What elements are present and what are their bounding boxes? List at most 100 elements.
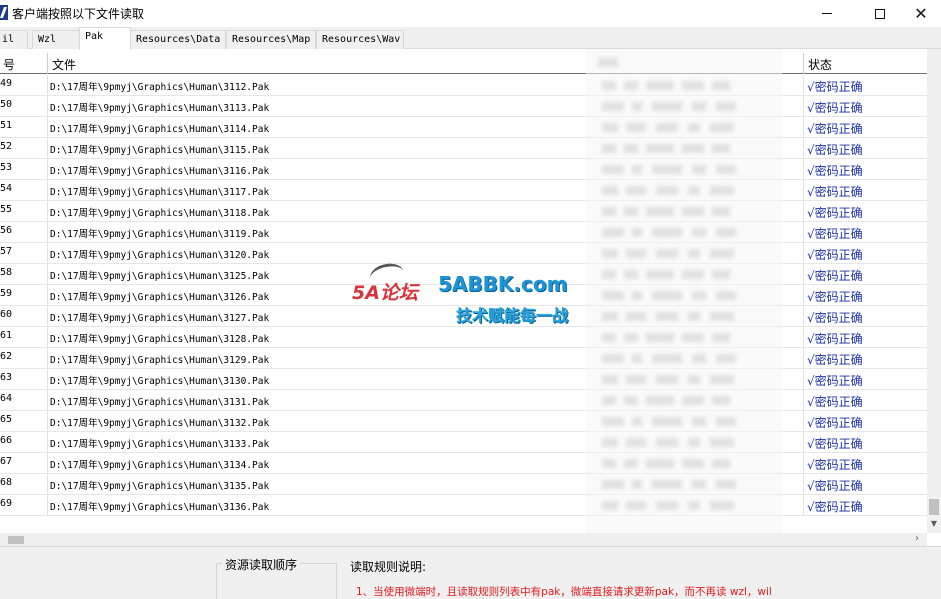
vertical-scroll-thumb[interactable] (929, 499, 939, 515)
vertical-scrollbar[interactable]: ▼ (927, 49, 941, 533)
table-row[interactable]: 49 D:\17周年\9pmyj\Graphics\Human\3112.Pak √… (0, 75, 927, 96)
table-row[interactable]: 54 D:\17周年\9pmyj\Graphics\Human\3117.Pak √… (0, 180, 927, 201)
row-file-path: D:\17周年\9pmyj\Graphics\Human\3118.Pak (50, 208, 270, 219)
cell-divider (803, 348, 804, 368)
scroll-right-icon[interactable]: › (915, 533, 919, 544)
row-file-path: D:\17周年\9pmyj\Graphics\Human\3119.Pak (50, 229, 270, 240)
row-file-path: D:\17周年\9pmyj\Graphics\Human\3120.Pak (50, 250, 270, 261)
table-row[interactable]: 62 D:\17周年\9pmyj\Graphics\Human\3129.Pak √… (0, 348, 927, 369)
cell-divider (47, 432, 48, 452)
cell-divider (803, 306, 804, 326)
row-file-path: D:\17周年\9pmyj\Graphics\Human\3126.Pak (50, 292, 270, 303)
cell-divider (803, 201, 804, 221)
cell-divider (47, 411, 48, 431)
row-number: 54 (0, 183, 13, 194)
table-row[interactable]: 59 D:\17周年\9pmyj\Graphics\Human\3126.Pak √… (0, 285, 927, 306)
row-number: 63 (0, 372, 13, 383)
table-row[interactable]: 51 D:\17周年\9pmyj\Graphics\Human\3114.Pak √… (0, 117, 927, 138)
row-status: √密码正确 (807, 164, 863, 178)
column-divider[interactable] (47, 53, 48, 74)
scroll-down-icon[interactable]: ▼ (929, 519, 939, 531)
cell-divider (47, 306, 48, 326)
row-number: 53 (0, 162, 13, 173)
cell-divider (803, 138, 804, 158)
minimize-button[interactable] (804, 0, 850, 27)
window-title: 客户端按照以下文件读取 (12, 7, 145, 21)
table-row[interactable]: 50 D:\17周年\9pmyj\Graphics\Human\3113.Pak √… (0, 96, 927, 117)
table-row[interactable]: 63 D:\17周年\9pmyj\Graphics\Human\3130.Pak √… (0, 369, 927, 390)
row-status: √密码正确 (807, 458, 863, 472)
row-status: √密码正确 (807, 395, 863, 409)
table-row[interactable]: 60 D:\17周年\9pmyj\Graphics\Human\3127.Pak √… (0, 306, 927, 327)
row-file-path: D:\17周年\9pmyj\Graphics\Human\3134.Pak (50, 460, 270, 471)
cell-divider (47, 495, 48, 515)
cell-divider (47, 201, 48, 221)
cell-divider (47, 348, 48, 368)
horizontal-scroll-thumb[interactable] (8, 536, 24, 544)
row-number: 66 (0, 435, 13, 446)
row-status: √密码正确 (807, 248, 863, 262)
table-row[interactable]: 69 D:\17周年\9pmyj\Graphics\Human\3136.Pak √… (0, 495, 927, 516)
row-number: 67 (0, 456, 13, 467)
tab-resources-map[interactable]: Resources\Map (226, 30, 316, 49)
row-number: 68 (0, 477, 13, 488)
cell-divider (47, 327, 48, 347)
table-row[interactable]: 57 D:\17周年\9pmyj\Graphics\Human\3120.Pak √… (0, 243, 927, 264)
app-icon (0, 5, 8, 20)
close-icon: ✕ (914, 3, 928, 23)
cell-divider (803, 264, 804, 284)
cell-divider (47, 390, 48, 410)
table-row[interactable]: 68 D:\17周年\9pmyj\Graphics\Human\3135.Pak √… (0, 474, 927, 495)
table-row[interactable]: 67 D:\17周年\9pmyj\Graphics\Human\3134.Pak √… (0, 453, 927, 474)
tab-wil[interactable]: il (0, 30, 28, 49)
row-number: 49 (0, 78, 13, 89)
row-number: 64 (0, 393, 13, 404)
cell-divider (803, 180, 804, 200)
table-row[interactable]: 65 D:\17周年\9pmyj\Graphics\Human\3132.Pak √… (0, 411, 927, 432)
table-row[interactable]: 61 D:\17周年\9pmyj\Graphics\Human\3128.Pak √… (0, 327, 927, 348)
cell-divider (803, 432, 804, 452)
cell-divider (803, 117, 804, 137)
table-row[interactable]: 52 D:\17周年\9pmyj\Graphics\Human\3115.Pak √… (0, 138, 927, 159)
column-header-num[interactable]: 号 (0, 53, 46, 74)
row-status: √密码正确 (807, 374, 863, 388)
row-number: 59 (0, 288, 13, 299)
close-button[interactable]: ✕ (898, 0, 941, 27)
tab-pak[interactable]: Pak (79, 27, 131, 50)
tab-resources-data[interactable]: Resources\Data (130, 30, 226, 49)
row-number: 52 (0, 141, 13, 152)
column-header-file[interactable]: 文件 (49, 53, 589, 74)
row-file-path: D:\17周年\9pmyj\Graphics\Human\3117.Pak (50, 187, 270, 198)
tab-resources-wav[interactable]: Resources\Wav (316, 30, 404, 49)
cell-divider (47, 138, 48, 158)
cell-divider (803, 159, 804, 179)
cell-divider (47, 159, 48, 179)
row-file-path: D:\17周年\9pmyj\Graphics\Human\3112.Pak (50, 82, 270, 93)
cell-divider (47, 180, 48, 200)
column-divider[interactable] (803, 53, 804, 74)
row-file-path: D:\17周年\9pmyj\Graphics\Human\3114.Pak (50, 124, 270, 135)
cell-divider (803, 222, 804, 242)
table-row[interactable]: 58 D:\17周年\9pmyj\Graphics\Human\3125.Pak √… (0, 264, 927, 285)
row-file-path: D:\17周年\9pmyj\Graphics\Human\3135.Pak (50, 481, 270, 492)
table-row[interactable]: 64 D:\17周年\9pmyj\Graphics\Human\3131.Pak √… (0, 390, 927, 411)
horizontal-scrollbar[interactable]: › (0, 533, 927, 546)
cell-divider (803, 495, 804, 515)
table-row[interactable]: 66 D:\17周年\9pmyj\Graphics\Human\3133.Pak √… (0, 432, 927, 453)
file-grid[interactable]: 号 文件 状态 49 D:\17周年\9pmyj\Graphics\Human\3… (0, 49, 941, 547)
cell-divider (803, 411, 804, 431)
row-file-path: D:\17周年\9pmyj\Graphics\Human\3115.Pak (50, 145, 270, 156)
row-status: √密码正确 (807, 290, 863, 304)
maximize-button[interactable] (857, 0, 903, 27)
tab-wzl[interactable]: Wzl (32, 30, 80, 49)
row-file-path: D:\17周年\9pmyj\Graphics\Human\3132.Pak (50, 418, 270, 429)
table-row[interactable]: 56 D:\17周年\9pmyj\Graphics\Human\3119.Pak √… (0, 222, 927, 243)
table-row[interactable]: 55 D:\17周年\9pmyj\Graphics\Human\3118.Pak √… (0, 201, 927, 222)
row-file-path: D:\17周年\9pmyj\Graphics\Human\3116.Pak (50, 166, 270, 177)
title-bar: 客户端按照以下文件读取 ✕ (0, 0, 941, 27)
column-header-status[interactable]: 状态 (805, 53, 925, 74)
cell-divider (47, 474, 48, 494)
table-row[interactable]: 53 D:\17周年\9pmyj\Graphics\Human\3116.Pak √… (0, 159, 927, 180)
row-number: 51 (0, 120, 13, 131)
cell-divider (47, 453, 48, 473)
